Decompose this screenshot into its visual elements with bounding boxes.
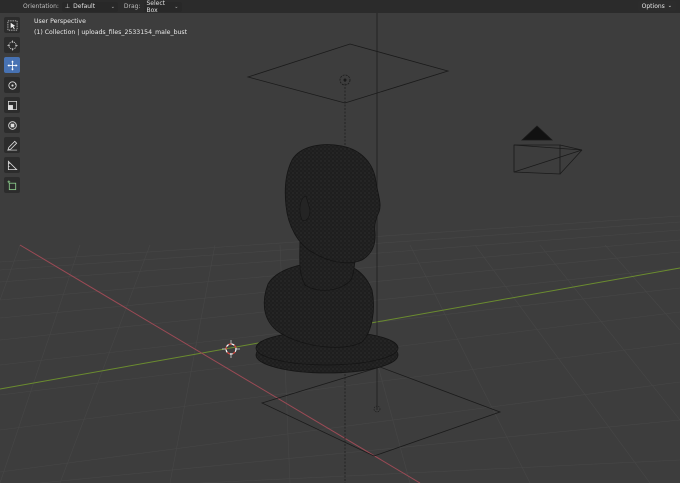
chevron-down-icon: ⌄ <box>667 3 672 9</box>
select-icon <box>7 20 17 30</box>
add-cube-tool[interactable] <box>4 177 20 193</box>
orientation-label: Orientation: <box>23 3 59 10</box>
viewport-header: Orientation: ⊥ Default ⌄ Drag: Select Bo… <box>0 0 680 14</box>
add-cube-icon <box>6 179 16 190</box>
cursor-icon <box>6 39 18 51</box>
view-perspective-label: User Perspective <box>34 18 86 25</box>
rotate-icon <box>7 80 17 90</box>
tool-shelf <box>4 17 22 197</box>
collection-label: (1) Collection | uploads_files_2533154_m… <box>34 29 188 36</box>
options-button[interactable]: Options ⌄ <box>637 1 676 11</box>
move-icon <box>6 59 18 71</box>
orientation-icon: ⊥ <box>64 3 71 10</box>
measure-icon <box>7 159 18 170</box>
options-label: Options <box>641 2 665 10</box>
orientation-value: Default <box>73 3 96 10</box>
chevron-down-icon: ⌄ <box>174 3 179 10</box>
rotate-tool[interactable] <box>4 77 20 93</box>
cursor-tool[interactable] <box>4 37 20 53</box>
orientation-dropdown[interactable]: ⊥ Default ⌄ <box>61 1 118 12</box>
drag-value: Select Box <box>146 0 166 14</box>
move-tool[interactable] <box>4 57 20 73</box>
drag-label: Drag: <box>123 3 141 10</box>
drag-dropdown[interactable]: Select Box ⌄ <box>143 0 182 14</box>
annotate-tool[interactable] <box>4 137 20 153</box>
transform-tool[interactable] <box>4 117 20 133</box>
transform-icon <box>7 120 17 130</box>
3d-viewport[interactable]: User Perspective (1) Collection | upload… <box>0 13 680 483</box>
viewport-scene[interactable] <box>0 13 680 483</box>
scale-tool[interactable] <box>4 97 20 113</box>
annotate-icon <box>6 140 17 151</box>
scale-icon <box>7 100 17 110</box>
select-box-tool[interactable] <box>4 17 20 33</box>
measure-tool[interactable] <box>4 157 20 173</box>
chevron-down-icon: ⌄ <box>110 3 115 10</box>
